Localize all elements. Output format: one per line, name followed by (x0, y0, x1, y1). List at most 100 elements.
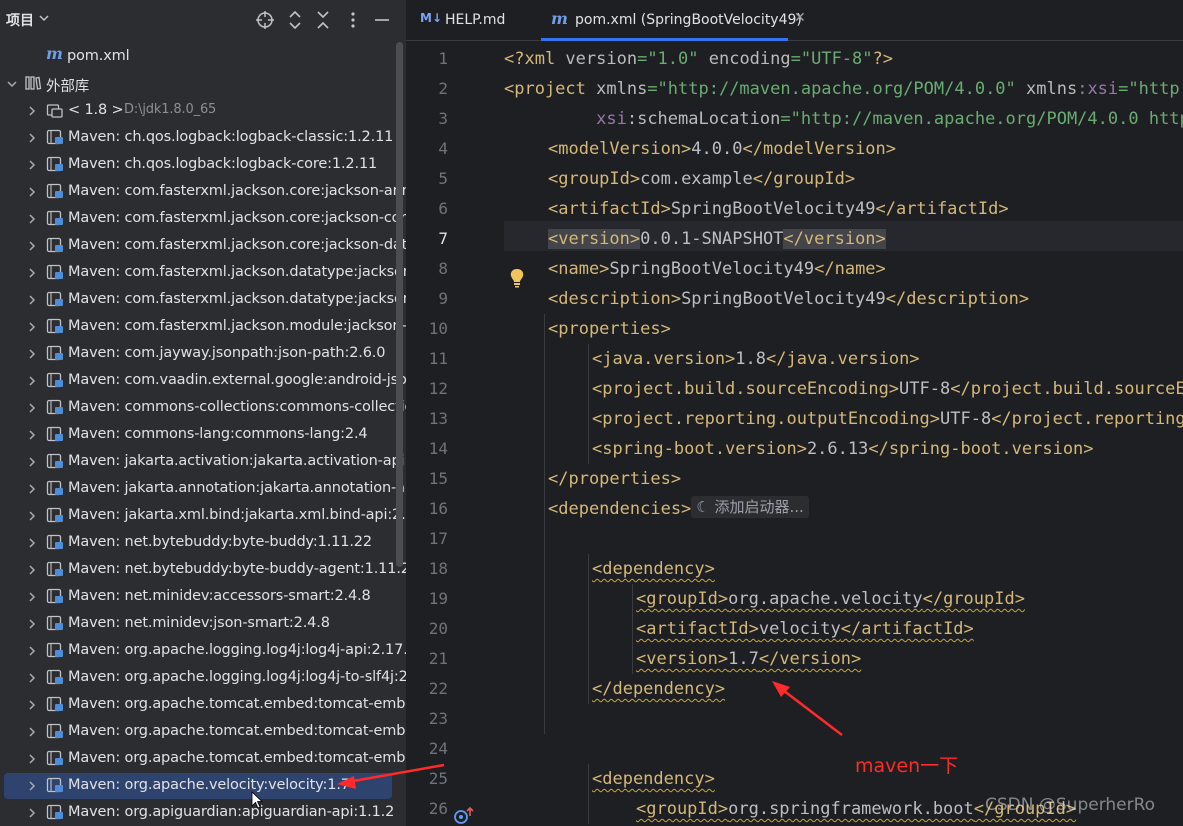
code-line[interactable]: <dependency> (592, 764, 715, 794)
chevron-right-icon[interactable] (26, 807, 38, 819)
chevron-right-icon[interactable] (26, 348, 38, 360)
code-line[interactable]: <description>SpringBootVelocity49</descr… (548, 284, 1029, 314)
panel-title[interactable]: 项目 (6, 10, 34, 30)
chevron-right-icon[interactable] (26, 213, 38, 225)
code-line[interactable]: <name>SpringBootVelocity49</name> (548, 254, 886, 284)
chevron-down-icon[interactable] (38, 12, 50, 24)
chevron-right-icon[interactable] (26, 294, 38, 306)
chevron-down-icon[interactable] (6, 78, 18, 90)
tree-row[interactable]: Maven: net.bytebuddy:byte-buddy:1.11.22 (0, 529, 406, 556)
code-line[interactable]: <dependency> (592, 554, 715, 584)
chevron-right-icon[interactable] (26, 726, 38, 738)
tree-row[interactable]: Maven: org.apache.tomcat.embed:tomcat-em… (0, 718, 406, 745)
tree-row[interactable]: m pom.xml (0, 43, 406, 70)
jar-icon (46, 777, 63, 793)
chevron-right-icon[interactable] (26, 672, 38, 684)
code-line[interactable]: <groupId>com.example</groupId> (548, 164, 855, 194)
minimize-icon[interactable] (371, 9, 393, 31)
tree-row[interactable]: Maven: jakarta.activation:jakarta.activa… (0, 448, 406, 475)
chevron-right-icon[interactable] (26, 429, 38, 441)
tree-row[interactable]: Maven: com.fasterxml.jackson.datatype:ja… (0, 286, 406, 313)
tree-row[interactable]: Maven: net.minidev:json-smart:2.4.8 (0, 610, 406, 637)
collapse-all-icon[interactable] (312, 9, 334, 31)
chevron-right-icon[interactable] (26, 132, 38, 144)
tree-row[interactable]: Maven: com.vaadin.external.google:androi… (0, 367, 406, 394)
code-line[interactable]: <version>0.0.1-SNAPSHOT</version> (548, 224, 886, 254)
chevron-right-icon[interactable] (26, 159, 38, 171)
code-line[interactable]: <project.reporting.outputEncoding>UTF-8<… (592, 404, 1183, 434)
chevron-right-icon[interactable] (26, 105, 38, 117)
tree-row[interactable]: Maven: com.fasterxml.jackson.datatype:ja… (0, 259, 406, 286)
indent-guide (544, 314, 545, 734)
chevron-right-icon[interactable] (26, 267, 38, 279)
code-line[interactable]: <project xmlns="http://maven.apache.org/… (504, 74, 1183, 104)
tree-row[interactable]: Maven: com.fasterxml.jackson.core:jackso… (0, 178, 406, 205)
chevron-right-icon[interactable] (26, 240, 38, 252)
tree-row[interactable]: Maven: jakarta.annotation:jakarta.annota… (0, 475, 406, 502)
chevron-right-icon[interactable] (26, 753, 38, 765)
chevron-right-icon[interactable] (26, 375, 38, 387)
tree-row[interactable]: Maven: com.jayway.jsonpath:json-path:2.6… (0, 340, 406, 367)
jar-icon (46, 750, 63, 766)
tree-row[interactable]: Maven: org.apiguardian:apiguardian-api:1… (0, 799, 406, 826)
chevron-right-icon[interactable] (26, 186, 38, 198)
code-line[interactable]: <java.version>1.8</java.version> (592, 344, 920, 374)
tree-row[interactable]: Maven: ch.qos.logback:logback-classic:1.… (0, 124, 406, 151)
code-line[interactable]: <artifactId>SpringBootVelocity49</artifa… (548, 194, 1009, 224)
chevron-right-icon[interactable] (26, 780, 38, 792)
chevron-right-icon[interactable] (26, 321, 38, 333)
tree-row[interactable]: Maven: com.fasterxml.jackson.module:jack… (0, 313, 406, 340)
maven-goal-icon[interactable] (453, 806, 475, 826)
tree-row[interactable]: Maven: org.apache.tomcat.embed:tomcat-em… (0, 691, 406, 718)
code-line[interactable]: <properties> (548, 314, 671, 344)
chevron-right-icon[interactable] (26, 456, 38, 468)
tree-row[interactable]: < 1.8 > D:\jdk1.8.0_65 (0, 97, 406, 124)
tree-row[interactable]: Maven: ch.qos.logback:logback-core:1.2.1… (0, 151, 406, 178)
close-icon[interactable]: ✕ (794, 10, 806, 26)
line-number-gutter: 1 2 3 4 5 6 7 8 9 10 11 12 13 14 15 16 17 18 19 20 21 22 23 24 2… (406, 41, 524, 826)
tree-row[interactable]: Maven: org.apache.logging.log4j:log4j-to… (0, 664, 406, 691)
chevron-right-icon[interactable] (26, 645, 38, 657)
code-editor[interactable]: <?xml version="1.0" encoding="UTF-8"?> <p… (504, 41, 1183, 826)
code-line[interactable]: <modelVersion>4.0.0</modelVersion> (548, 134, 896, 164)
line-number: 19 (428, 589, 448, 608)
tree-row[interactable]: Maven: org.apache.velocity:velocity:1.7 (0, 772, 406, 799)
code-line[interactable]: </dependency> (592, 674, 725, 704)
tree-row[interactable]: Maven: commons-lang:commons-lang:2.4 (0, 421, 406, 448)
code-line[interactable]: xsi:schemaLocation="http://maven.apache.… (504, 104, 1183, 134)
chevron-right-icon[interactable] (26, 564, 38, 576)
code-line[interactable]: <version>1.7</version> (636, 644, 861, 674)
expand-all-icon[interactable] (284, 9, 306, 31)
tree-row[interactable]: Maven: commons-collections:commons-colle… (0, 394, 406, 421)
chevron-right-icon[interactable] (26, 591, 38, 603)
code-line[interactable]: <groupId>org.apache.velocity</groupId> (636, 584, 1025, 614)
tab-help-md[interactable]: M↓ HELP.md (406, 0, 536, 40)
tree-row[interactable]: Maven: com.fasterxml.jackson.core:jackso… (0, 232, 406, 259)
chevron-right-icon[interactable] (26, 483, 38, 495)
tree-row[interactable]: Maven: com.fasterxml.jackson.core:jackso… (0, 205, 406, 232)
tab-pom-xml[interactable]: m pom.xml (SpringBootVelocity49) (541, 0, 806, 41)
chevron-right-icon[interactable] (26, 402, 38, 414)
code-line[interactable]: </properties> (548, 464, 681, 494)
code-line[interactable]: <spring-boot.version>2.6.13</spring-boot… (592, 434, 1094, 464)
markdown-file-icon: M↓ (420, 11, 442, 25)
tree-row[interactable]: Maven: org.apache.logging.log4j:log4j-ap… (0, 637, 406, 664)
chevron-right-icon[interactable] (26, 699, 38, 711)
chevron-right-icon[interactable] (26, 537, 38, 549)
code-line[interactable]: <project.build.sourceEncoding>UTF-8</pro… (592, 374, 1183, 404)
tree-row[interactable]: 外部库 (0, 70, 406, 97)
chevron-right-icon[interactable] (26, 510, 38, 522)
tree-row-label: Maven: net.minidev:accessors-smart:2.4.8 (68, 588, 371, 604)
panel-scrollbar[interactable] (396, 42, 403, 567)
tree-row[interactable]: Maven: jakarta.xml.bind:jakarta.xml.bind… (0, 502, 406, 529)
chevron-right-icon[interactable] (26, 618, 38, 630)
tree-row[interactable]: Maven: net.bytebuddy:byte-buddy-agent:1.… (0, 556, 406, 583)
tree-row[interactable]: Maven: org.apache.tomcat.embed:tomcat-em… (0, 745, 406, 772)
code-line[interactable]: <artifactId>velocity</artifactId> (636, 614, 974, 644)
more-options-icon[interactable] (342, 9, 364, 31)
tree-row[interactable]: Maven: net.minidev:accessors-smart:2.4.8 (0, 583, 406, 610)
code-line[interactable]: <?xml version="1.0" encoding="UTF-8"?> (504, 44, 893, 74)
crosshair-icon[interactable] (254, 9, 276, 31)
tree-row-label: Maven: org.apache.tomcat.embed:tomcat-em… (68, 750, 406, 766)
code-line[interactable]: <dependencies> ☾ 添加启动器... (548, 494, 809, 524)
